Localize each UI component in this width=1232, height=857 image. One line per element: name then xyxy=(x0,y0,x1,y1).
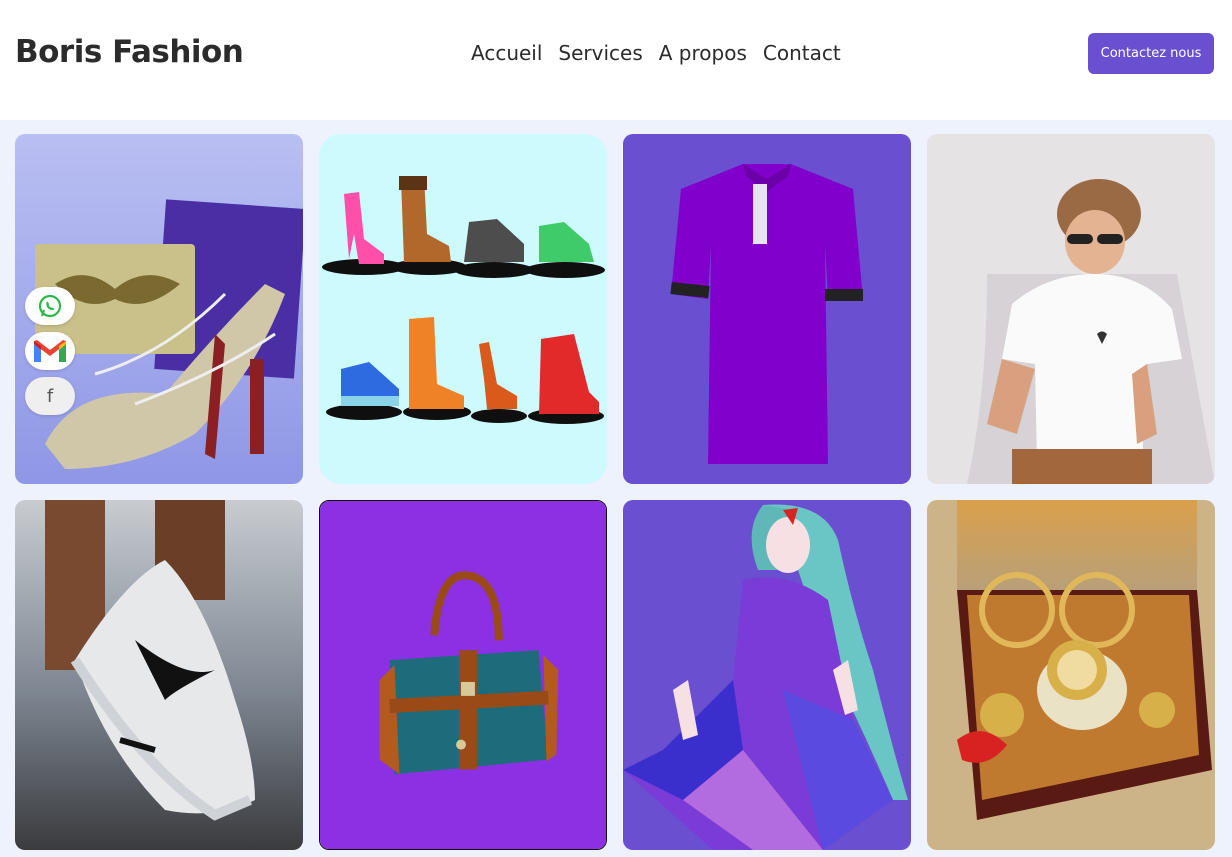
nav-link-contact[interactable]: Contact xyxy=(763,41,841,65)
product-gallery xyxy=(15,134,1215,850)
gallery-card-sneakers[interactable] xyxy=(15,500,303,850)
purple-polo-shirt xyxy=(623,134,911,484)
woman-dress-illustration xyxy=(623,500,911,850)
facebook-button[interactable]: f xyxy=(25,377,75,415)
whatsapp-icon xyxy=(38,294,62,318)
teal-handbag xyxy=(320,501,606,849)
site-header: Boris Fashion Accueil Services A propos … xyxy=(0,0,1232,120)
facebook-icon: f xyxy=(46,385,54,407)
gallery-card-jewelry[interactable] xyxy=(927,500,1215,850)
nav-link-services[interactable]: Services xyxy=(558,41,642,65)
gallery-card-polo[interactable] xyxy=(623,134,911,484)
nav-link-a-propos[interactable]: A propos xyxy=(659,41,747,65)
shoes-illustration xyxy=(319,134,607,484)
gallery-card-dress[interactable] xyxy=(623,500,911,850)
contact-us-button[interactable]: Contactez nous xyxy=(1088,33,1214,74)
nav-link-accueil[interactable]: Accueil xyxy=(471,41,542,65)
jewelry-box-photo xyxy=(927,500,1215,850)
social-float-bar: f xyxy=(25,287,75,415)
brand-logo[interactable]: Boris Fashion xyxy=(15,34,244,70)
gallery-card-boy[interactable] xyxy=(927,134,1215,484)
gallery-card-shoes[interactable] xyxy=(319,134,607,484)
gmail-button[interactable] xyxy=(25,332,75,370)
boy-white-tshirt-photo xyxy=(927,134,1215,484)
main-nav: Accueil Services A propos Contact xyxy=(471,41,841,65)
gmail-icon xyxy=(34,340,66,362)
whatsapp-button[interactable] xyxy=(25,287,75,325)
gallery-card-handbag[interactable] xyxy=(319,500,607,850)
sneakers-photo xyxy=(15,500,303,850)
